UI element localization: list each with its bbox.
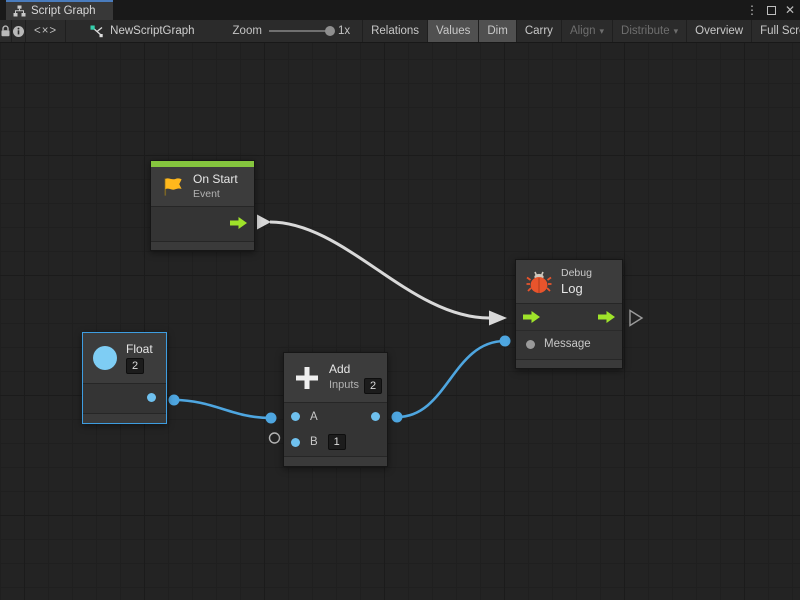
- value-wire-float-to-add[interactable]: [174, 400, 271, 418]
- inputs-label: Inputs: [329, 379, 359, 392]
- plus-icon: [294, 365, 320, 391]
- control-wire-start-arrow: [257, 215, 271, 230]
- maximize-icon[interactable]: [767, 6, 776, 15]
- wire-endpoint: [169, 395, 180, 406]
- tab-bar: Script Graph ⋮ ✕: [0, 0, 800, 20]
- sum-output-port[interactable]: [371, 412, 380, 421]
- flag-icon: [161, 175, 184, 199]
- align-dropdown[interactable]: Align▾: [562, 20, 613, 42]
- relations-toggle[interactable]: Relations: [363, 20, 428, 42]
- input-port-b[interactable]: [291, 438, 300, 447]
- script-graph-tab-icon: [13, 5, 26, 17]
- close-icon[interactable]: ✕: [785, 0, 795, 20]
- float-type-icon: [93, 346, 117, 370]
- message-input-port[interactable]: [526, 340, 535, 349]
- tab-script-graph[interactable]: Script Graph: [6, 0, 113, 20]
- code-preview-button[interactable]: <×>: [26, 20, 66, 42]
- code-icon: <×>: [34, 25, 57, 37]
- port-label: Message: [544, 338, 591, 350]
- graph-reference[interactable]: NewScriptGraph: [80, 20, 204, 42]
- node-subtitle: Event: [193, 188, 238, 201]
- zoom-label: Zoom: [233, 25, 262, 37]
- bug-icon: [526, 270, 552, 294]
- zoom-slider-knob[interactable]: [325, 26, 335, 36]
- flow-output-port[interactable]: [230, 217, 247, 229]
- graph-toolbar: <×> NewScriptGraph Zoom 1x Relations Val…: [0, 20, 800, 43]
- node-title: Float: [126, 342, 153, 356]
- window-menu-icon[interactable]: ⋮: [746, 0, 758, 20]
- node-footer[interactable]: [516, 359, 622, 368]
- add-b-hint-circle[interactable]: [270, 433, 280, 443]
- inputs-count-field[interactable]: 2: [364, 378, 382, 394]
- graph-name-label: NewScriptGraph: [110, 25, 194, 37]
- float-output-port[interactable]: [147, 393, 156, 402]
- dim-toggle[interactable]: Dim: [479, 20, 516, 42]
- flow-output-port[interactable]: [598, 311, 615, 323]
- zoom-slider[interactable]: [269, 30, 331, 32]
- node-on-start[interactable]: On Start Event: [150, 160, 255, 251]
- fullscreen-button[interactable]: Full Screen: [752, 20, 800, 42]
- tab-title: Script Graph: [31, 5, 96, 17]
- window-controls: ⋮ ✕: [746, 0, 795, 20]
- overview-button[interactable]: Overview: [687, 20, 752, 42]
- float-value-field[interactable]: 2: [126, 358, 144, 374]
- graph-canvas[interactable]: On Start Event: [0, 43, 800, 600]
- node-float[interactable]: Float 2: [82, 332, 167, 424]
- port-label: A: [310, 411, 318, 423]
- node-debug-log[interactable]: Debug Log Message: [515, 259, 623, 369]
- node-title: Log: [561, 282, 592, 296]
- wire-endpoint: [266, 413, 277, 424]
- port-label: B: [310, 436, 318, 448]
- chevron-down-icon: ▾: [600, 26, 605, 37]
- b-value-field[interactable]: 1: [328, 434, 346, 450]
- distribute-dropdown[interactable]: Distribute▾: [613, 20, 687, 42]
- node-title: On Start: [193, 172, 238, 186]
- carry-toggle[interactable]: Carry: [517, 20, 562, 42]
- chevron-down-icon: ▾: [674, 26, 679, 37]
- toolbar-toggles: Relations Values Dim Carry Align▾ Distri…: [362, 20, 800, 42]
- wire-layer: [0, 43, 800, 600]
- control-wire-end-arrow: [489, 311, 507, 326]
- node-title: Add: [329, 362, 382, 376]
- node-kicker: Debug: [561, 267, 592, 280]
- node-footer[interactable]: [284, 456, 387, 466]
- lock-icon: [0, 25, 11, 37]
- values-toggle[interactable]: Values: [428, 20, 479, 42]
- node-add[interactable]: Add Inputs 2 A B 1: [283, 352, 388, 467]
- debug-output-hint-triangle[interactable]: [630, 311, 642, 326]
- zoom-control: Zoom 1x: [233, 20, 357, 42]
- info-icon: [12, 25, 25, 38]
- flow-input-port[interactable]: [523, 311, 540, 323]
- control-wire[interactable]: [270, 222, 489, 318]
- wire-endpoint: [392, 412, 403, 423]
- lock-button[interactable]: [0, 20, 12, 42]
- input-port-a[interactable]: [291, 412, 300, 421]
- zoom-value: 1x: [338, 25, 350, 37]
- inspector-button[interactable]: [12, 20, 26, 42]
- script-graph-window: Script Graph ⋮ ✕: [0, 0, 800, 600]
- wire-endpoint: [500, 336, 511, 347]
- node-footer[interactable]: [83, 413, 166, 423]
- node-footer[interactable]: [151, 241, 254, 250]
- graph-asset-icon: [90, 25, 104, 38]
- value-wire-add-to-debug[interactable]: [397, 341, 505, 417]
